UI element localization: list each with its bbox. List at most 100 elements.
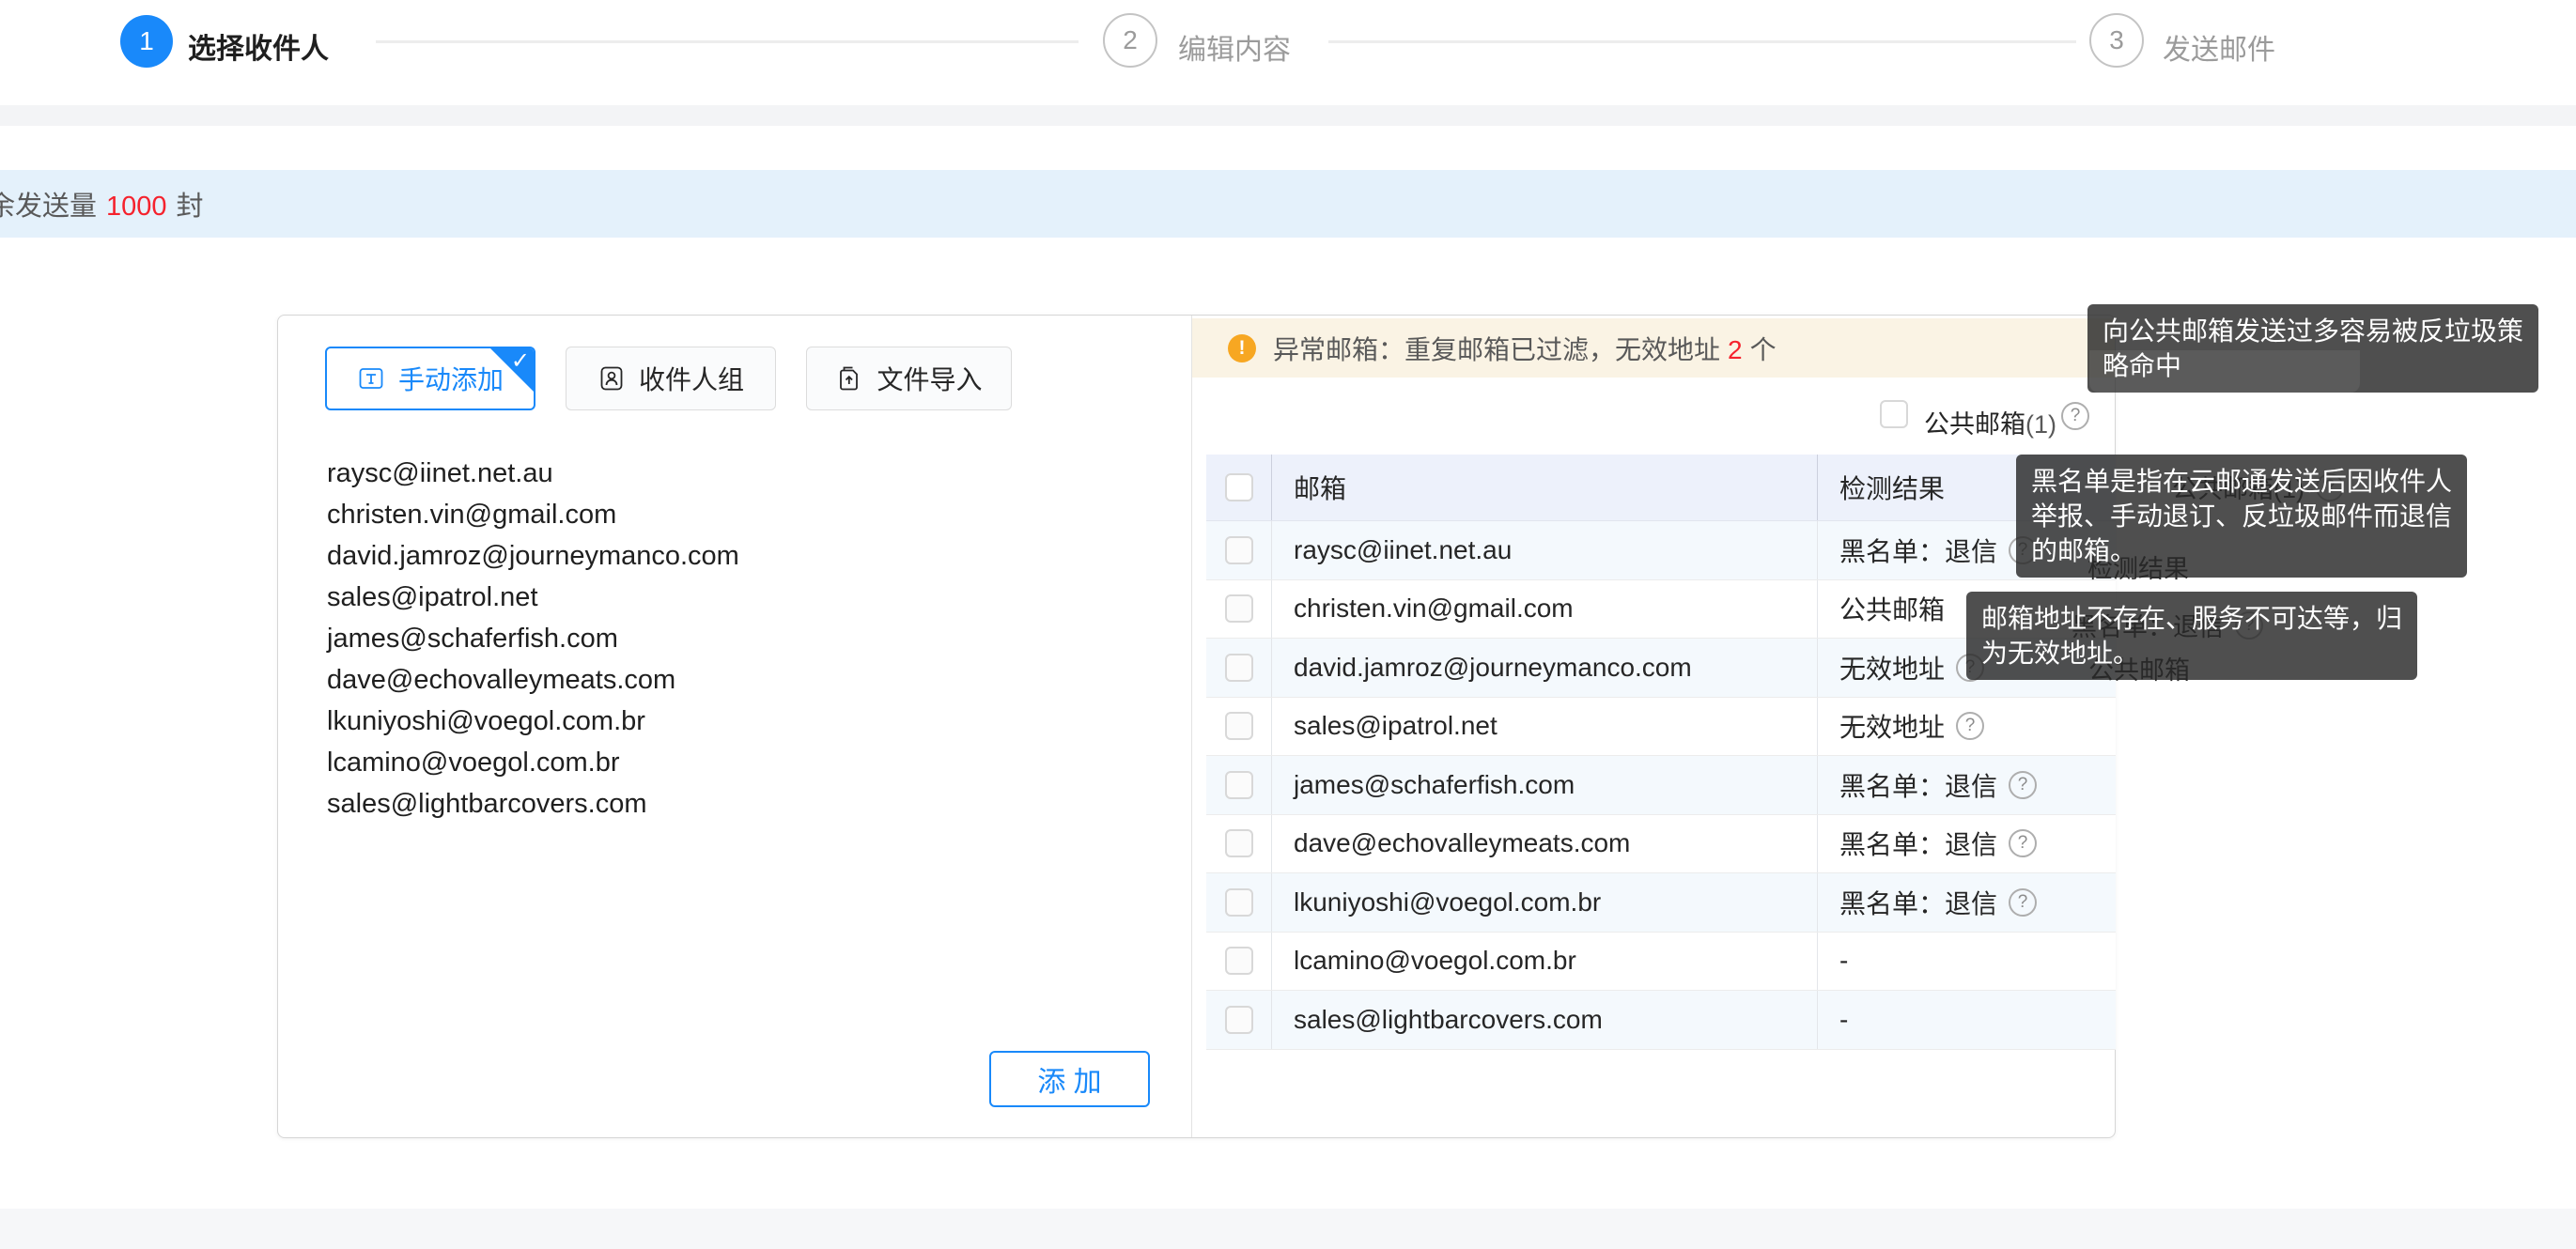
recipient-line: david.jamroz@journeymanco.com xyxy=(327,535,1154,577)
quota-count: 1000 xyxy=(106,192,167,222)
step-1-label[interactable]: 选择收件人 xyxy=(188,25,329,67)
row-status: -? xyxy=(1817,933,2116,991)
add-button[interactable]: 添 加 xyxy=(989,1051,1150,1107)
row-checkbox[interactable] xyxy=(1225,594,1253,623)
row-checkbox[interactable] xyxy=(1225,536,1253,564)
public-mailbox-label: 公共邮箱(1) xyxy=(1924,404,2056,440)
row-status: 无效地址? xyxy=(1817,698,2116,756)
top-divider-band xyxy=(0,105,2576,126)
quota-text: 剩余发送量 xyxy=(0,192,97,222)
question-circle-icon[interactable]: ? xyxy=(1956,712,1984,740)
tab-file-import-label: 文件导入 xyxy=(877,360,982,397)
tab-file-import[interactable]: 文件导入 xyxy=(806,347,1012,410)
table-header: 邮箱 检测结果 xyxy=(1206,455,2116,521)
row-status: 黑名单：退信? xyxy=(1817,756,2116,814)
table-row: james@schaferfish.com 黑名单：退信? xyxy=(1206,756,2116,815)
row-email: sales@lightbarcovers.com xyxy=(1271,991,1817,1049)
row-email: james@schaferfish.com xyxy=(1271,756,1817,814)
recipient-line: sales@lightbarcovers.com xyxy=(327,783,1154,825)
table-row: dave@echovalleymeats.com 黑名单：退信? xyxy=(1206,815,2116,874)
row-email: sales@ipatrol.net xyxy=(1271,698,1817,756)
tooltip-line: 向公共邮箱发送过多容易被反垃圾策 xyxy=(2103,314,2523,348)
recipient-line: raysc@iinet.net.au xyxy=(327,453,1154,494)
status-text: 黑名单：退信 xyxy=(1839,884,1997,921)
tooltip-line: 的邮箱。 xyxy=(2031,533,2452,568)
row-checkbox[interactable] xyxy=(1225,712,1253,740)
table-row: raysc@iinet.net.au 黑名单：退信? xyxy=(1206,521,2116,580)
pane-divider xyxy=(1191,316,1192,1137)
row-checkbox[interactable] xyxy=(1225,654,1253,682)
warning-text: 异常邮箱：重复邮箱已过滤，无效地址 2个 xyxy=(1273,330,1777,367)
row-checkbox[interactable] xyxy=(1225,947,1253,975)
row-email: dave@echovalleymeats.com xyxy=(1271,815,1817,873)
bottom-divider-band xyxy=(0,1209,2576,1249)
warning-message: 异常邮箱：重复邮箱已过滤，无效地址 xyxy=(1273,335,1720,364)
status-text: 无效地址 xyxy=(1839,707,1945,745)
tooltip-blacklist: 黑名单是指在云邮通发送后因收件人 举报、手动退订、反垃圾邮件而退信 的邮箱。 xyxy=(2016,455,2467,578)
contact-card-icon xyxy=(597,364,626,393)
warning-count: 2 xyxy=(1728,335,1743,364)
status-text: 无效地址 xyxy=(1839,649,1945,686)
row-checkbox[interactable] xyxy=(1225,1006,1253,1034)
step-1-badge[interactable]: 1 xyxy=(120,15,173,68)
step-connector xyxy=(1328,40,2076,43)
step-connector xyxy=(376,40,1079,43)
tooltip-line: 邮箱地址不存在、服务不可达等，归 xyxy=(1981,601,2402,636)
row-checkbox[interactable] xyxy=(1225,829,1253,857)
row-checkbox[interactable] xyxy=(1225,771,1253,799)
tab-manual-add[interactable]: 手动添加 ✓ xyxy=(325,347,535,410)
warning-unit: 个 xyxy=(1750,335,1777,364)
abnormal-mailbox-warning: ! 异常邮箱：重复邮箱已过滤，无效地址 2个 xyxy=(1192,318,2115,378)
step-2-badge[interactable]: 2 xyxy=(1103,13,1157,68)
tooltip-line: 黑名单是指在云邮通发送后因收件人 xyxy=(2031,464,2452,499)
select-all-checkbox[interactable] xyxy=(1225,473,1253,501)
public-mailbox-count: (1) xyxy=(2025,410,2056,439)
question-circle-icon[interactable]: ? xyxy=(2009,771,2037,799)
recipient-line: james@schaferfish.com xyxy=(327,618,1154,659)
exclamation-circle-icon: ! xyxy=(1228,334,1256,362)
step-2-label[interactable]: 编辑内容 xyxy=(1178,26,1291,68)
recipient-line: sales@ipatrol.net xyxy=(327,577,1154,618)
row-status: 黑名单：退信? xyxy=(1817,815,2116,873)
text-input-icon xyxy=(357,364,385,393)
tooltip-line: 举报、手动退订、反垃圾邮件而退信 xyxy=(2031,499,2452,533)
question-circle-icon[interactable]: ? xyxy=(2009,829,2037,857)
row-email: christen.vin@gmail.com xyxy=(1271,580,1817,639)
recipient-selection-card: 手动添加 ✓ 收件人组 文件导入 raysc@iinet.net.au chri… xyxy=(277,315,2116,1138)
recipients-input[interactable]: raysc@iinet.net.au christen.vin@gmail.co… xyxy=(327,453,1154,825)
row-email: david.jamroz@journeymanco.com xyxy=(1271,639,1817,697)
public-mailbox-text: 公共邮箱 xyxy=(1924,410,2025,439)
recipient-line: christen.vin@gmail.com xyxy=(327,494,1154,535)
column-header-email: 邮箱 xyxy=(1271,455,1817,520)
checkmark-icon: ✓ xyxy=(511,350,530,373)
status-text: - xyxy=(1839,1005,1848,1035)
tab-recipient-group[interactable]: 收件人组 xyxy=(566,347,776,410)
status-text: 黑名单：退信 xyxy=(1839,532,1997,569)
tooltip-public-mailbox: 向公共邮箱发送过多容易被反垃圾策 略命中 xyxy=(2087,304,2538,393)
quota-notice-text: 剩余发送量 1000 封 xyxy=(0,184,204,224)
status-text: - xyxy=(1839,946,1848,976)
status-text: 黑名单：退信 xyxy=(1839,825,1997,862)
step-3-label[interactable]: 发送邮件 xyxy=(2163,26,2275,68)
row-status: -? xyxy=(1817,991,2116,1049)
bulk-mail-wizard-screen: 1 选择收件人 2 编辑内容 3 发送邮件 剩余发送量 1000 封 手动添加 ✓ … xyxy=(0,0,2576,1249)
detection-result-table: 邮箱 检测结果 raysc@iinet.net.au 黑名单：退信? chris… xyxy=(1206,455,2116,1050)
row-checkbox[interactable] xyxy=(1225,888,1253,917)
row-email: raysc@iinet.net.au xyxy=(1271,521,1817,579)
row-status: 黑名单：退信? xyxy=(1817,873,2116,932)
row-email: lcamino@voegol.com.br xyxy=(1271,933,1817,991)
quota-unit: 封 xyxy=(177,192,204,222)
recipient-line: lkuniyoshi@voegol.com.br xyxy=(327,701,1154,742)
step-3-badge[interactable]: 3 xyxy=(2089,13,2144,68)
tab-manual-add-label: 手动添加 xyxy=(398,360,504,397)
public-mailbox-checkbox[interactable] xyxy=(1880,400,1908,428)
tooltip-invalid-address: 邮箱地址不存在、服务不可达等，归 为无效地址。 xyxy=(1966,592,2417,680)
recipient-line: dave@echovalleymeats.com xyxy=(327,659,1154,701)
tab-recipient-group-label: 收件人组 xyxy=(639,360,744,397)
question-circle-icon[interactable]: ? xyxy=(2061,402,2089,430)
recipient-line: lcamino@voegol.com.br xyxy=(327,742,1154,783)
tooltip-line: 为无效地址。 xyxy=(1981,636,2402,671)
tooltip-overlap-artifact xyxy=(2089,350,2360,393)
question-circle-icon[interactable]: ? xyxy=(2009,888,2037,917)
table-row: lkuniyoshi@voegol.com.br 黑名单：退信? xyxy=(1206,873,2116,933)
